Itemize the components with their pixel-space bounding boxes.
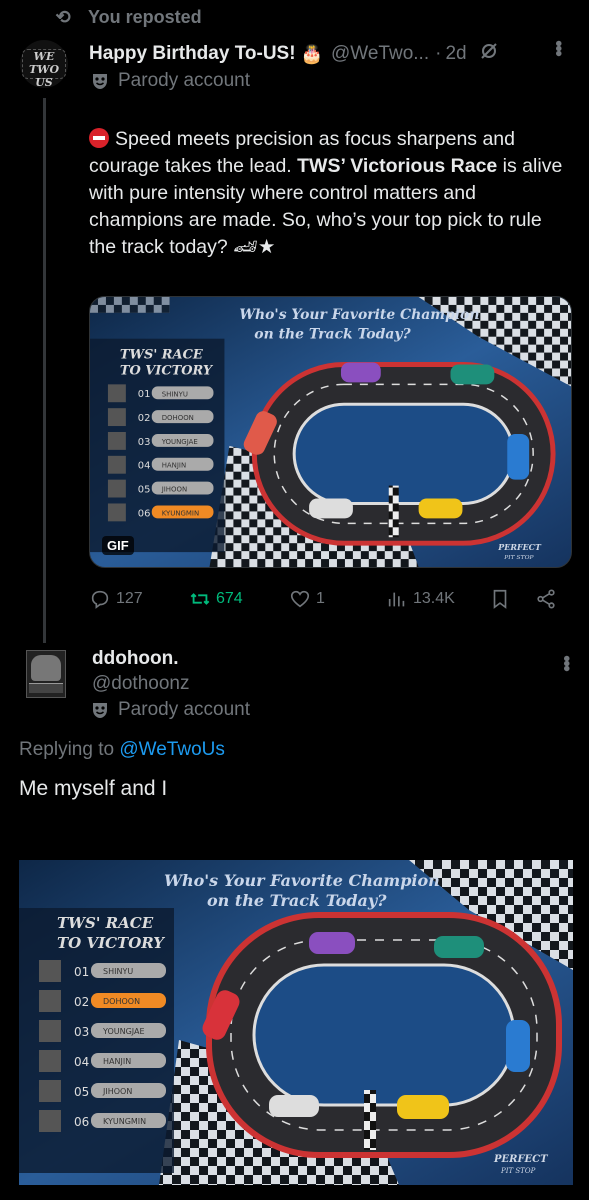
row-num: 03 — [138, 437, 151, 448]
more-options-icon[interactable]: ••• — [546, 40, 569, 55]
row-name: KYUNGMIN — [162, 509, 199, 517]
separator-dot: · — [435, 43, 442, 64]
row-name: DOHOON — [103, 997, 140, 1006]
graphic-title-2: on the Track Today? — [207, 891, 387, 910]
heart-icon — [290, 590, 310, 608]
reply-text: Me myself and I — [19, 777, 168, 800]
row-num: 04 — [138, 461, 151, 472]
views-count: 13.4K — [413, 590, 455, 607]
avatar-logo: WE TWO US — [22, 49, 66, 89]
parody-label: Parody account — [118, 70, 251, 91]
row-name: HANJIN — [103, 1057, 131, 1066]
reply-author-handle[interactable]: @dothoonz — [92, 673, 189, 695]
views-button[interactable]: 13.4K — [386, 588, 455, 610]
bookmark-button[interactable] — [489, 588, 511, 610]
row-num: 06 — [138, 508, 151, 519]
reply-button[interactable]: 127 — [89, 588, 143, 610]
row-num: 02 — [138, 413, 151, 424]
author-name[interactable]: Happy Birthday To-US! — [89, 43, 296, 65]
reply-icon — [91, 590, 109, 609]
author-name-emoji: 🎂 — [300, 43, 323, 64]
repost-action-icon — [190, 593, 210, 605]
row-num: 05 — [138, 485, 151, 496]
gif-badge: GIF — [102, 536, 134, 555]
row-num: 05 — [74, 1085, 89, 1099]
reply-media-gif[interactable]: Who's Your Favorite Champion on the Trac… — [19, 860, 573, 1185]
repost-count: 674 — [216, 590, 243, 607]
row-num: 03 — [74, 1025, 89, 1039]
grok-icon[interactable] — [479, 41, 499, 67]
post-text: Speed meets precision as focus sharpens … — [89, 126, 569, 261]
reply-more-options-icon[interactable]: ••• — [554, 655, 577, 670]
like-button[interactable]: 1 — [289, 588, 325, 610]
brand-1: PERFECT — [497, 543, 542, 552]
avatar-label-bar — [29, 683, 63, 693]
reply-count: 127 — [116, 590, 143, 607]
replying-handle-link[interactable]: @WeTwoUs — [119, 739, 225, 760]
graphic-title-1: Who's Your Favorite Champion — [239, 307, 479, 323]
views-icon — [388, 592, 405, 607]
avatar-photo — [31, 655, 61, 681]
row-name: HANJIN — [162, 462, 186, 470]
parody-badge: Parody account — [90, 70, 250, 92]
brand-1: PERFECT — [493, 1154, 549, 1165]
post-time[interactable]: 2d — [445, 43, 466, 65]
reply-author-avatar[interactable] — [26, 650, 66, 698]
reply-parody-label: Parody account — [118, 699, 251, 720]
panel-title-2: TO VICTORY — [120, 363, 214, 378]
row-name: YOUNGJAE — [161, 438, 198, 446]
repost-button[interactable]: 674 — [189, 588, 243, 610]
row-name: SHINYU — [103, 967, 133, 976]
repost-indicator: ⟲ You reposted — [52, 6, 202, 28]
post-media-gif[interactable]: Who's Your Favorite Champion on the Trac… — [89, 296, 572, 568]
thread-connector-line — [43, 98, 46, 643]
row-num: 04 — [74, 1055, 89, 1069]
row-name: JIHOON — [161, 486, 187, 494]
bookmark-icon — [493, 589, 507, 609]
graphic-title-1: Who's Your Favorite Champion — [164, 871, 440, 890]
author-avatar[interactable]: WE TWO US — [20, 40, 68, 89]
post-header: Happy Birthday To-US! 🎂 @WeTwo... · 2d •… — [89, 40, 579, 68]
post-text-bold: TWS’ Victorious Race — [297, 155, 498, 177]
brand-2: PIT STOP — [503, 554, 534, 561]
row-name: SHINYU — [162, 390, 188, 398]
row-name: KYUNGMIN — [103, 1117, 146, 1126]
row-num: 01 — [138, 389, 151, 400]
share-button[interactable] — [535, 588, 557, 610]
race-graphic: Who's Your Favorite Champion on the Trac… — [90, 297, 571, 567]
row-name: YOUNGJAE — [102, 1027, 145, 1036]
like-count: 1 — [316, 590, 325, 607]
panel-title-2: TO VICTORY — [57, 934, 165, 952]
reply-author-name[interactable]: ddohoon. — [92, 648, 179, 670]
panel-title-1: TWS' RACE — [120, 348, 203, 363]
post-text-emoji: 🏎★ — [233, 236, 276, 258]
replying-to: Replying to @WeTwoUs — [19, 739, 225, 761]
brand-2: PIT STOP — [500, 1167, 536, 1175]
race-graphic-reply: Who's Your Favorite Champion on the Trac… — [19, 860, 573, 1185]
graphic-title-2: on the Track Today? — [254, 327, 411, 343]
author-handle[interactable]: @WeTwo... — [331, 43, 429, 65]
row-name: JIHOON — [102, 1087, 132, 1096]
row-name: DOHOON — [162, 414, 194, 422]
row-num: 01 — [74, 965, 89, 979]
no-entry-icon — [89, 128, 109, 148]
repost-icon: ⟲ — [55, 6, 71, 27]
reply-parody-badge: Parody account — [90, 699, 250, 721]
post-actions: 127 674 1 13.4K — [89, 584, 567, 614]
repost-label: You reposted — [88, 6, 202, 27]
replying-prefix: Replying to — [19, 739, 120, 760]
parody-mask-icon — [90, 71, 110, 91]
parody-mask-icon — [90, 700, 110, 720]
panel-title-1: TWS' RACE — [57, 914, 154, 932]
share-icon — [537, 589, 555, 609]
row-num: 02 — [74, 995, 89, 1009]
row-num: 06 — [74, 1115, 89, 1129]
